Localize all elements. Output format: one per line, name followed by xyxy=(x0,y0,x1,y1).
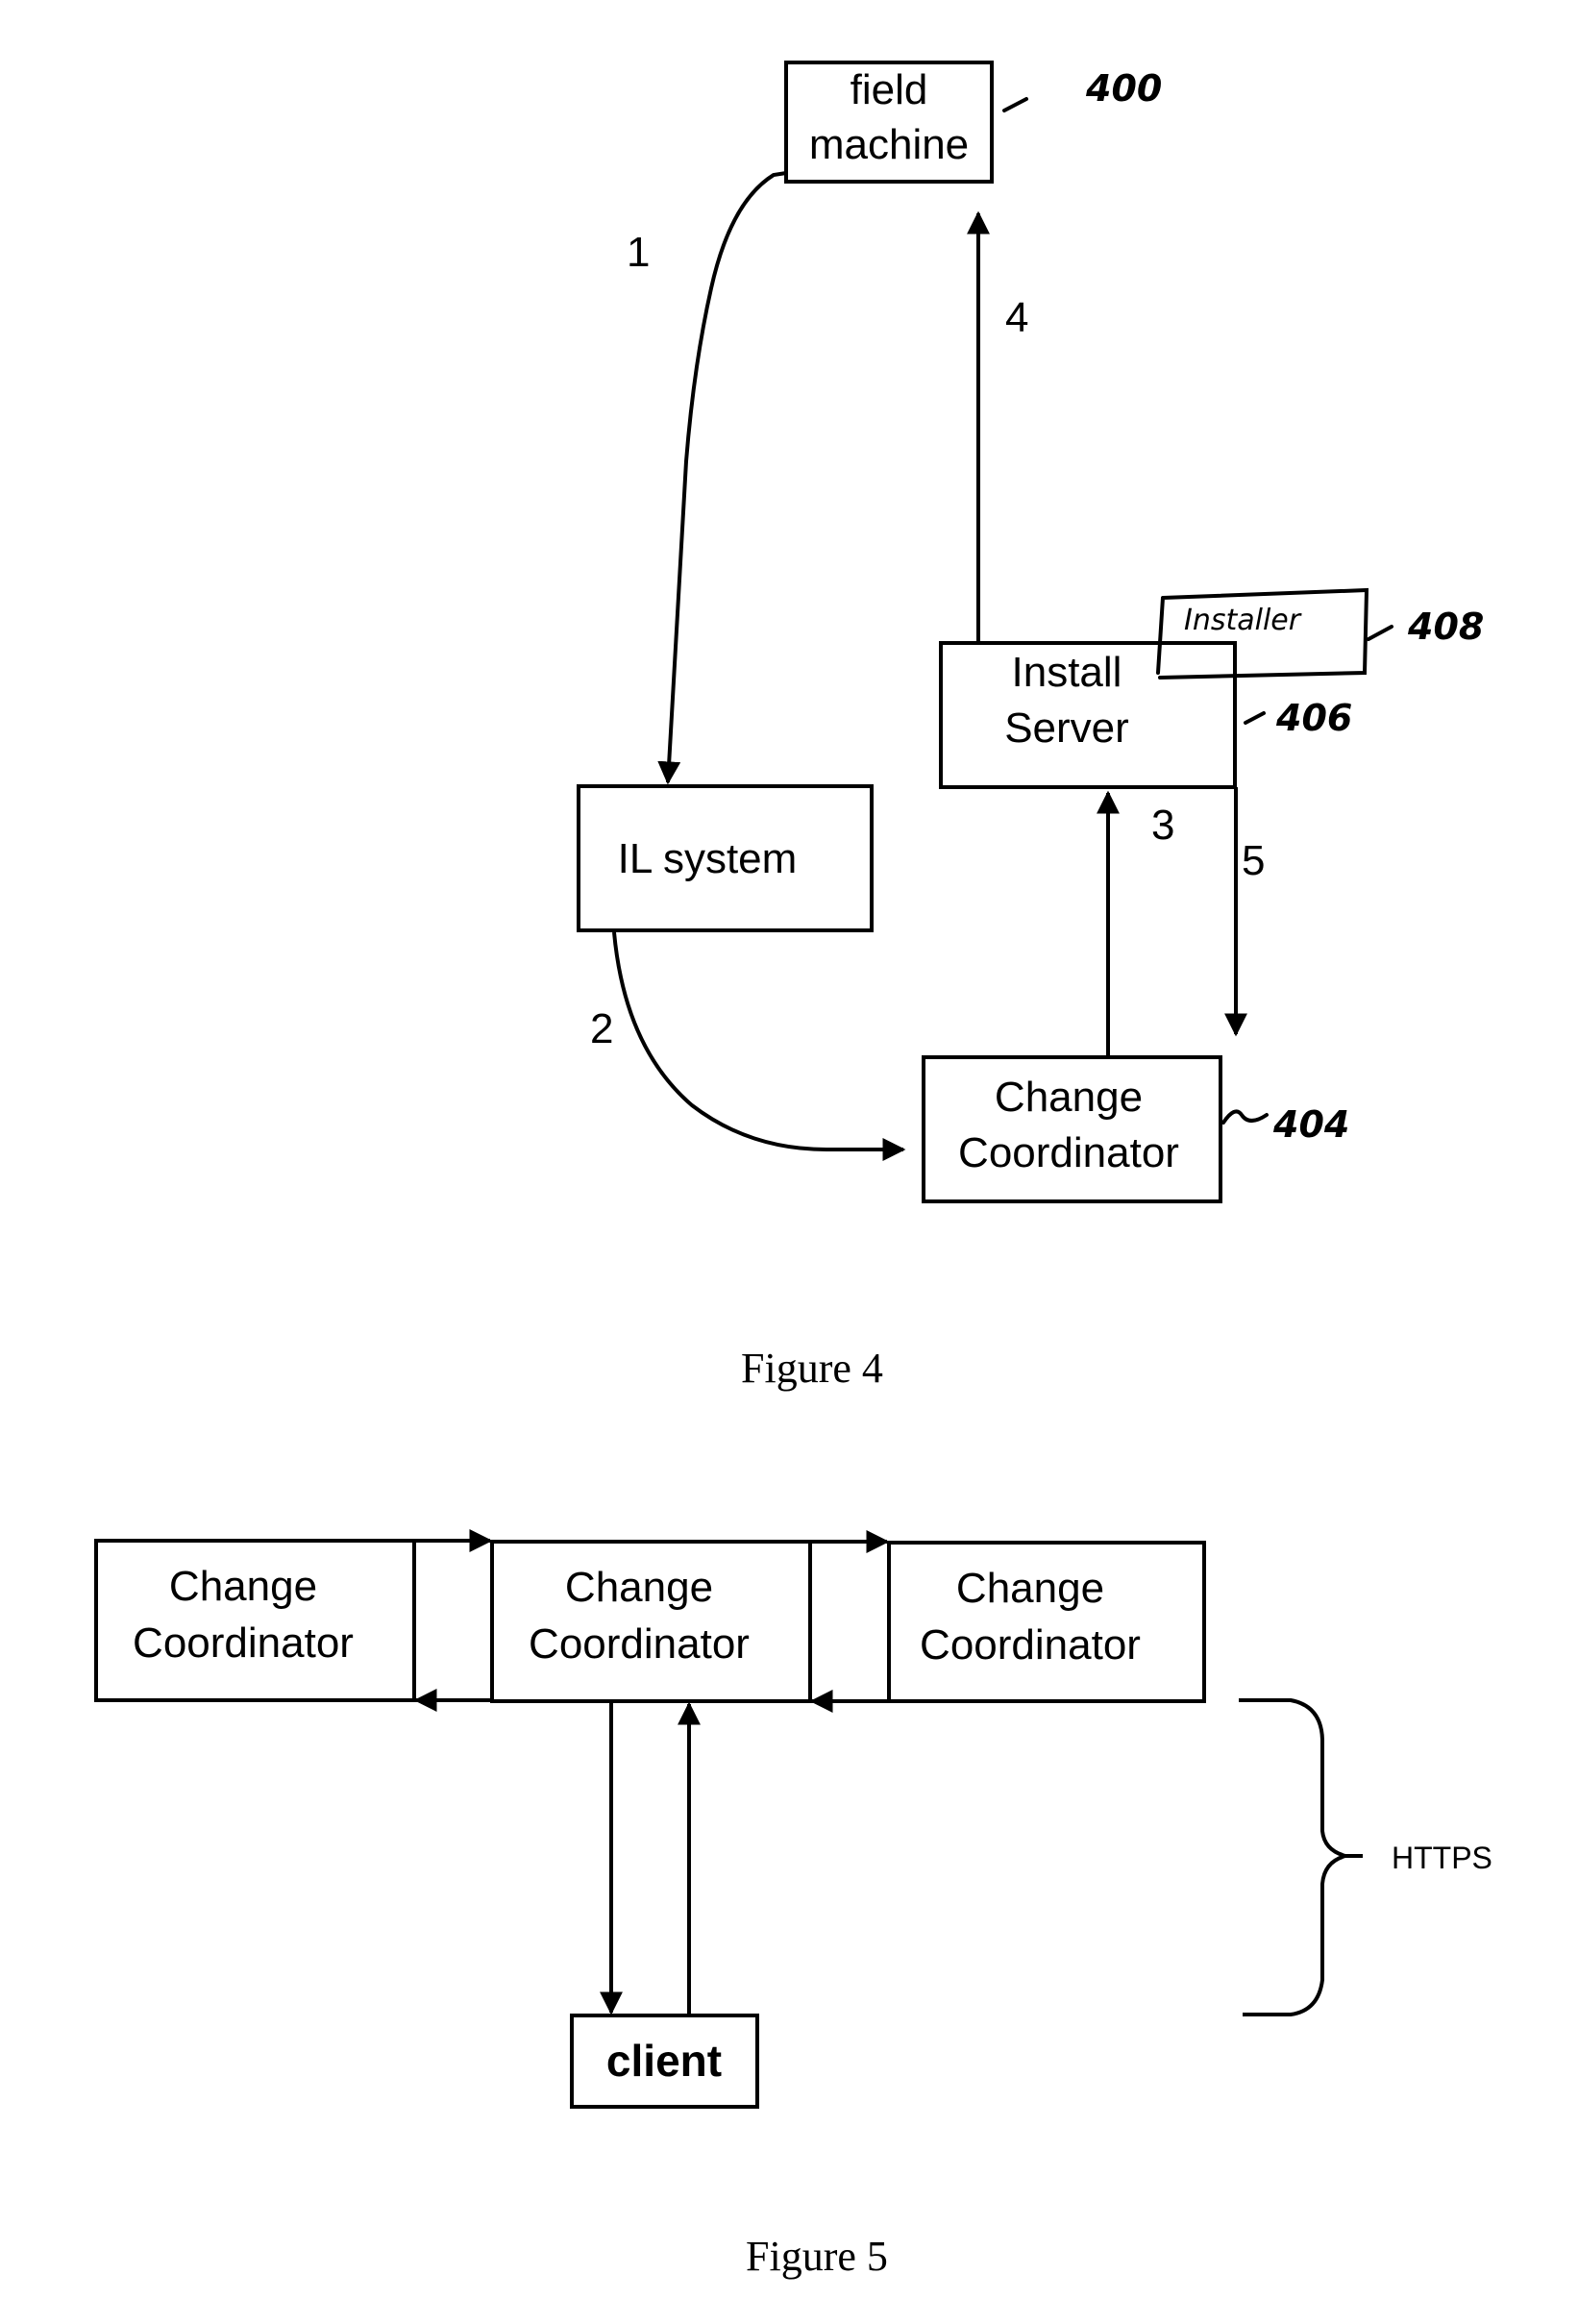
figure-5-caption: Figure 5 xyxy=(746,2233,888,2280)
node-installer: Installer 408 xyxy=(1156,587,1484,680)
node-il-system: IL system xyxy=(577,784,874,932)
client-node: client xyxy=(570,2014,759,2109)
node-field-machine: field machine 400 xyxy=(784,61,1162,184)
change-coordinator-ref: 404 xyxy=(1272,1103,1349,1146)
https-brace xyxy=(1239,1698,1363,2016)
flow-2-arrow xyxy=(612,931,906,1161)
install-server-label-line1: Install xyxy=(1012,649,1122,696)
field-machine-ref-leader xyxy=(1002,97,1028,112)
coordinator-3: Change Coordinator xyxy=(887,1541,1206,1703)
coordinator-1-label-line1: Change xyxy=(169,1563,317,1610)
change-coordinator-ref-leader xyxy=(1221,1109,1269,1125)
coordinator-1-label-line2: Coordinator xyxy=(133,1619,354,1667)
node-install-server: Install Server 406 xyxy=(939,641,1352,789)
change-coordinator-label-line2: Coordinator xyxy=(958,1129,1179,1176)
install-server-ref: 406 xyxy=(1275,697,1352,739)
flow-4-label: 4 xyxy=(1005,294,1028,341)
change-coordinator-label-line1: Change xyxy=(995,1074,1143,1121)
client-label: client xyxy=(606,2036,722,2086)
il-system-label: IL system xyxy=(618,835,798,882)
figure-5: Change Coordinator Change Coordinator Ch… xyxy=(94,1529,1492,2280)
coordinator-2-label-line1: Change xyxy=(565,1564,713,1611)
install-server-label-line2: Server xyxy=(1004,705,1129,752)
field-machine-ref: 400 xyxy=(1085,67,1162,110)
flow-1-arrow xyxy=(657,171,787,785)
flow-5-label: 5 xyxy=(1242,837,1265,884)
installer-ref: 408 xyxy=(1407,606,1484,648)
figure-4-caption: Figure 4 xyxy=(741,1345,883,1392)
installer-label: Installer xyxy=(1184,604,1302,637)
patent-figures: field machine 400 Installer 408 Install … xyxy=(94,61,1492,2280)
field-machine-label-line2: machine xyxy=(809,121,969,168)
installer-ref-leader xyxy=(1367,625,1393,641)
coordinator-3-label-line1: Change xyxy=(956,1565,1104,1612)
https-label: HTTPS xyxy=(1392,1841,1492,1875)
coordinator-2-label-line2: Coordinator xyxy=(529,1620,750,1668)
coordinator-2: Change Coordinator xyxy=(490,1540,812,1703)
flow-1-label: 1 xyxy=(627,229,650,276)
node-change-coordinator: Change Coordinator 404 xyxy=(922,1055,1349,1203)
flow-3-label: 3 xyxy=(1151,802,1174,849)
flow-2-label: 2 xyxy=(590,1005,613,1052)
figure-4: field machine 400 Installer 408 Install … xyxy=(577,61,1484,1392)
install-server-ref-leader xyxy=(1244,711,1266,725)
coordinator-3-label-line2: Coordinator xyxy=(920,1621,1141,1669)
field-machine-label-line1: field xyxy=(851,66,928,113)
coordinator-1: Change Coordinator xyxy=(94,1539,416,1702)
